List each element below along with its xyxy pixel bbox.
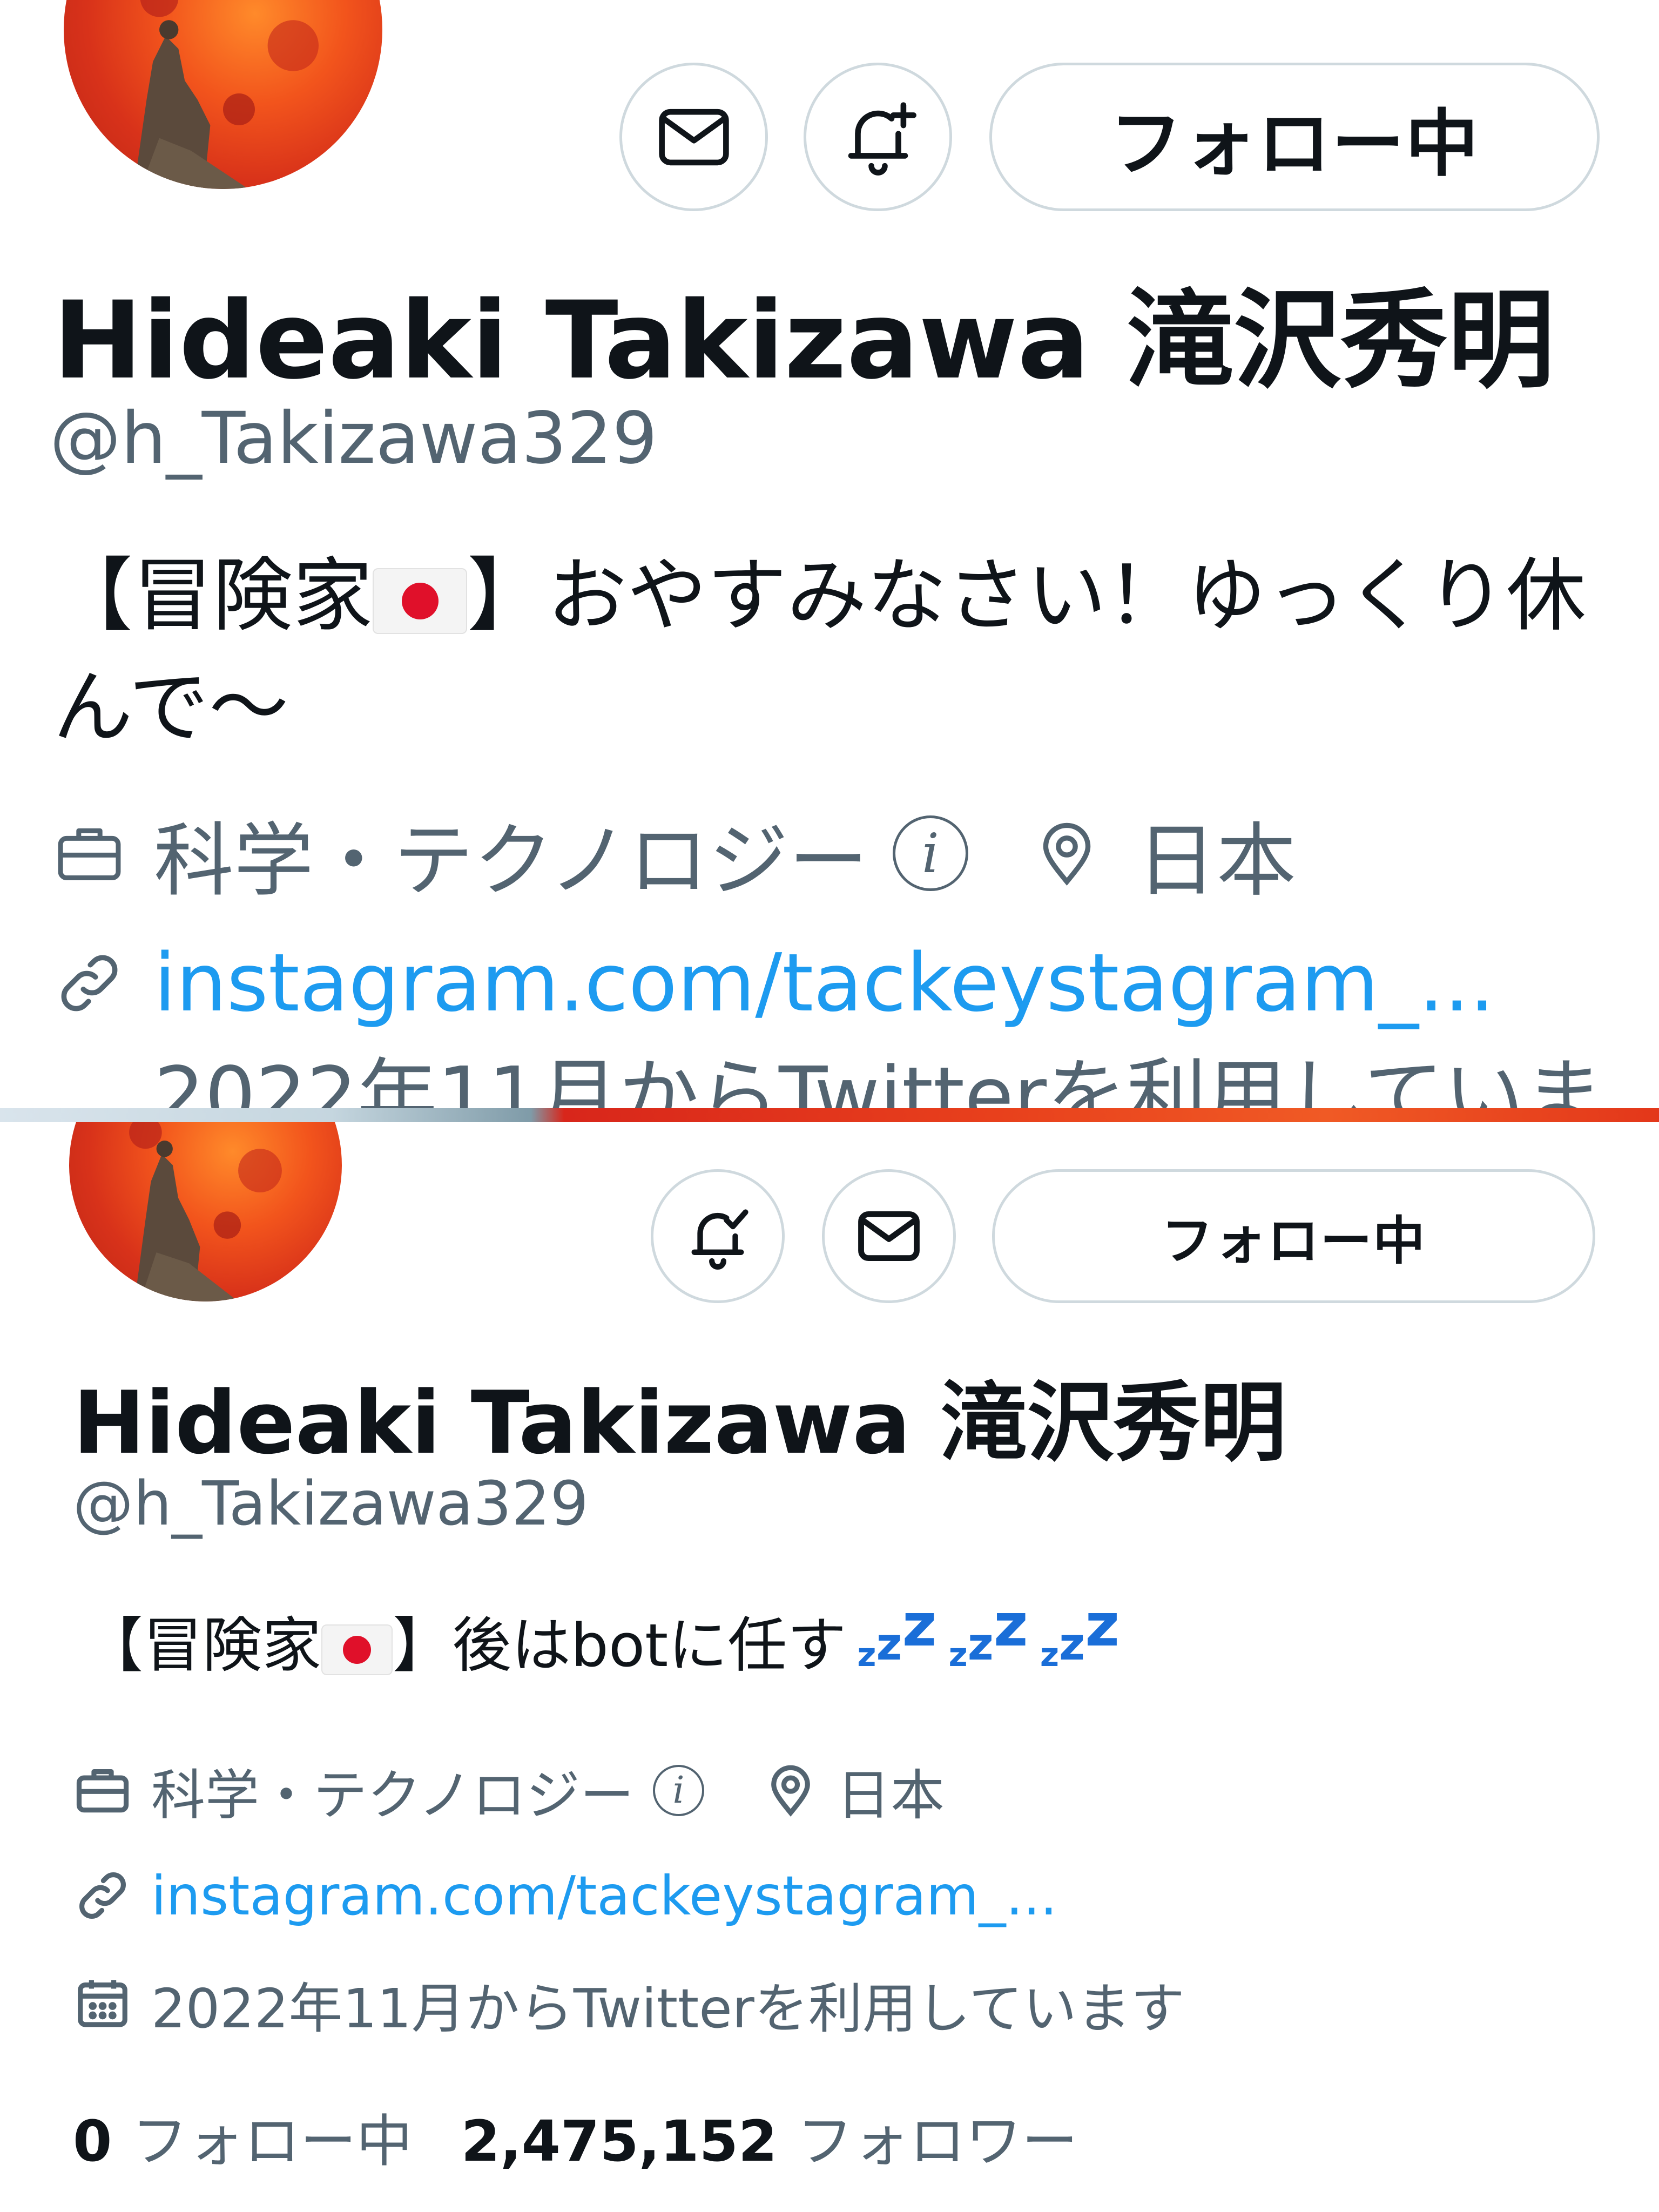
- joined-row: 2022年11月からTwitterを利用しています: [73, 1968, 1185, 2040]
- bell-check-icon: [691, 1209, 748, 1270]
- location-label: 日本: [1136, 814, 1297, 907]
- website-row: instagram.com/tackeystagram_...: [73, 1860, 1057, 1931]
- following-label: フォロー中: [131, 2108, 413, 2174]
- screenshot-divider: [0, 1108, 1659, 1122]
- followers-stat[interactable]: 2,475,152 フォロワー: [461, 2095, 1078, 2177]
- profile-meta-row: 科学・テクノロジー i 日本: [73, 1755, 945, 1827]
- bell-plus-icon: [848, 102, 916, 176]
- joined-date: 2022年11月からTwitterを利用しています: [151, 1977, 1185, 2040]
- japan-flag-icon: [373, 568, 467, 635]
- bio-prefix: 【冒険家: [84, 1611, 321, 1680]
- profile-panel-bottom: フォロー中 Hideaki Takizawa 滝沢秀明 @h_Takizawa3…: [0, 1115, 1659, 2212]
- location-pin-icon: [771, 1765, 810, 1817]
- calendar-icon: [78, 1980, 127, 2027]
- profile-avatar[interactable]: [69, 1115, 342, 1301]
- profile-bio: 【冒険家 】おやすみなさい！ゆっくり休んで〜: [53, 540, 1635, 764]
- display-name: Hideaki Takizawa 滝沢秀明: [73, 1372, 1287, 1473]
- notification-button[interactable]: [804, 63, 952, 211]
- category-label[interactable]: 科学・テクノロジー: [154, 795, 868, 912]
- profile-bio: 【冒険家 】後はbotに任す zzz zzz zzz: [84, 1590, 1596, 1687]
- category-label[interactable]: 科学・テクノロジー: [151, 1751, 634, 1830]
- message-button[interactable]: [619, 63, 768, 211]
- link-icon: [79, 1872, 126, 1919]
- envelope-icon: [858, 1211, 920, 1262]
- profile-panel-top: フォロー中 Hideaki Takizawa 滝沢秀明 @h_Takizawa3…: [0, 0, 1659, 1115]
- zzz-emoji: zzz zzz zzz: [857, 1590, 1120, 1675]
- briefcase-icon: [58, 828, 121, 880]
- user-handle: @h_Takizawa329: [50, 397, 658, 480]
- bio-prefix: 【冒険家: [53, 549, 373, 642]
- profile-avatar[interactable]: [64, 0, 382, 189]
- location-label: 日本: [837, 1763, 945, 1827]
- following-button[interactable]: フォロー中: [989, 63, 1600, 211]
- follow-stats: 0 フォロー中 2,475,152 フォロワー: [73, 2095, 1078, 2177]
- avatar-image: [133, 0, 319, 189]
- website-link[interactable]: instagram.com/tackeystagram_...: [154, 936, 1495, 1029]
- japan-flag-icon: [321, 1624, 393, 1675]
- notification-button[interactable]: [651, 1169, 785, 1303]
- following-button[interactable]: フォロー中: [992, 1169, 1595, 1303]
- followers-label: フォロワー: [797, 2108, 1078, 2174]
- envelope-icon: [658, 109, 729, 165]
- display-name: Hideaki Takizawa 滝沢秀明: [53, 278, 1555, 403]
- following-stat[interactable]: 0 フォロー中: [73, 2095, 413, 2177]
- briefcase-icon: [76, 1769, 129, 1813]
- profile-meta-row: 科学・テクノロジー i 日本: [53, 805, 1297, 907]
- info-icon[interactable]: i: [653, 1764, 704, 1816]
- link-icon: [61, 955, 118, 1011]
- website-row: instagram.com/tackeystagram_...: [53, 934, 1495, 1031]
- message-button[interactable]: [822, 1169, 956, 1303]
- info-icon[interactable]: i: [892, 815, 968, 891]
- website-link[interactable]: instagram.com/tackeystagram_...: [151, 1864, 1057, 1927]
- avatar-image: [129, 1116, 282, 1301]
- bio-suffix: 】後はbotに任す: [393, 1611, 847, 1680]
- following-count: 0: [73, 2108, 112, 2174]
- user-handle: @h_Takizawa329: [73, 1469, 589, 1539]
- joined-date-partial: 2022年11月からTwitterを利用していま: [154, 1050, 1604, 1108]
- followers-count: 2,475,152: [461, 2108, 778, 2174]
- location-pin-icon: [1043, 822, 1091, 886]
